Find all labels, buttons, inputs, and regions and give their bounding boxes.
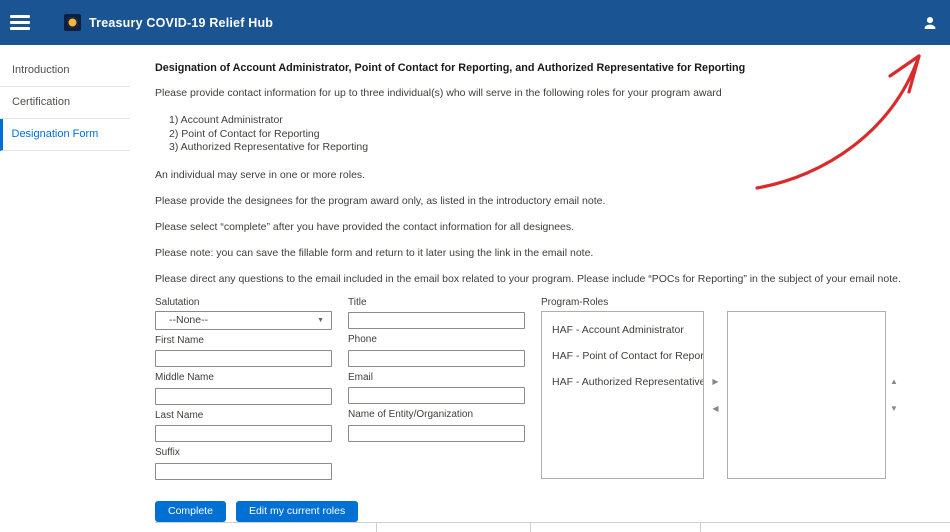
salutation-select[interactable]: --None-- ▼: [155, 311, 332, 330]
program-roles-picker: Program-Roles HAF - Account Administrato…: [541, 297, 902, 479]
sidebar-item-designation-form[interactable]: Designation Form: [0, 119, 130, 151]
table-top-edge: [155, 522, 950, 532]
move-up-icon[interactable]: ▲: [890, 377, 898, 386]
listbox-option-point-of-contact[interactable]: HAF - Point of Contact for Reporting: [542, 343, 703, 369]
suffix-field[interactable]: [155, 463, 332, 480]
first-name-field[interactable]: [155, 350, 332, 367]
complete-button[interactable]: Complete: [155, 501, 226, 522]
entity-organization-label: Name of Entity/Organization: [348, 409, 525, 420]
first-name-label: First Name: [155, 335, 332, 346]
program-roles-label: Program-Roles: [541, 297, 902, 308]
form-middle-column: Title Phone Email Name of Entity/Organiz…: [348, 297, 525, 447]
app-title: Treasury COVID-19 Relief Hub: [89, 16, 273, 30]
listbox-option-authorized-representative[interactable]: HAF - Authorized Representative fo...: [542, 369, 703, 395]
salutation-selected-value: --None--: [169, 314, 208, 326]
brand: Treasury COVID-19 Relief Hub: [64, 14, 273, 31]
program-roles-available-listbox[interactable]: HAF - Account Administrator HAF - Point …: [541, 311, 704, 479]
title-label: Title: [348, 297, 525, 308]
roles-list-item: 2) Point of Contact for Reporting: [169, 128, 940, 142]
listbox-option-account-administrator[interactable]: HAF - Account Administrator: [542, 317, 703, 343]
hamburger-menu-icon[interactable]: [10, 12, 30, 33]
edit-current-roles-button[interactable]: Edit my current roles: [236, 501, 358, 522]
instruction-paragraph: Please note: you can save the fillable f…: [155, 247, 940, 259]
sidebar-item-certification[interactable]: Certification: [0, 87, 130, 119]
page-title: Designation of Account Administrator, Po…: [155, 62, 940, 74]
instruction-paragraph: An individual may serve in one or more r…: [155, 169, 940, 181]
phone-field[interactable]: [348, 350, 525, 367]
last-name-label: Last Name: [155, 410, 332, 421]
top-bar: Treasury COVID-19 Relief Hub: [0, 0, 950, 45]
listbox-sort-controls: ▲ ▼: [886, 311, 902, 479]
sidebar: Introduction Certification Designation F…: [0, 45, 130, 151]
listbox-move-controls: ▶ ◀: [704, 311, 727, 479]
instruction-paragraph: Please provide the designees for the pro…: [155, 195, 940, 207]
sidebar-item-introduction[interactable]: Introduction: [0, 55, 130, 87]
form-actions: Complete Edit my current roles: [155, 501, 940, 522]
phone-label: Phone: [348, 334, 525, 345]
designation-form-section: Designation of Account Administrator, Po…: [155, 62, 940, 522]
treasury-seal-icon: [64, 14, 81, 31]
user-icon[interactable]: [922, 15, 938, 31]
instruction-paragraph: Please direct any questions to the email…: [155, 273, 940, 285]
move-down-icon[interactable]: ▼: [890, 404, 898, 413]
email-label: Email: [348, 372, 525, 383]
middle-name-field[interactable]: [155, 388, 332, 405]
middle-name-label: Middle Name: [155, 372, 332, 383]
entity-organization-field[interactable]: [348, 425, 525, 442]
roles-list-item: 3) Authorized Representative for Reporti…: [169, 141, 940, 155]
move-left-icon[interactable]: ◀: [712, 404, 718, 413]
email-field[interactable]: [348, 387, 525, 404]
intro-paragraph: Please provide contact information for u…: [155, 87, 940, 99]
roles-list: 1) Account Administrator 2) Point of Con…: [169, 114, 940, 155]
contact-form: Salutation --None-- ▼ First Name Middle …: [155, 297, 940, 485]
title-field[interactable]: [348, 312, 525, 329]
form-left-column: Salutation --None-- ▼ First Name Middle …: [155, 297, 332, 485]
roles-list-item: 1) Account Administrator: [169, 114, 940, 128]
salutation-label: Salutation: [155, 297, 332, 308]
move-right-icon[interactable]: ▶: [712, 377, 718, 386]
chevron-down-icon: ▼: [317, 317, 324, 324]
last-name-field[interactable]: [155, 425, 332, 442]
program-roles-selected-listbox[interactable]: [727, 311, 886, 479]
instruction-paragraph: Please select “complete” after you have …: [155, 221, 940, 233]
suffix-label: Suffix: [155, 447, 332, 458]
